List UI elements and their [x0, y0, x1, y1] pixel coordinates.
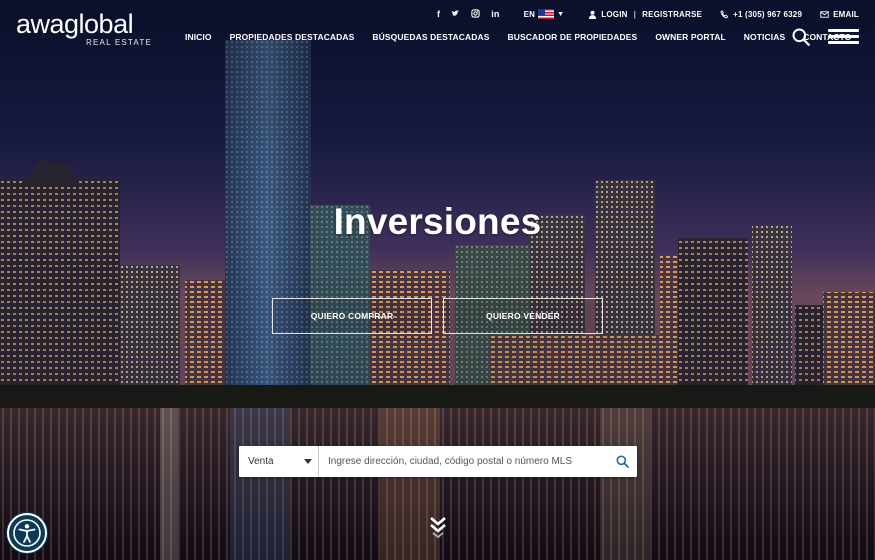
language-selector[interactable]: EN ▼ [524, 9, 565, 19]
language-code: EN [523, 9, 536, 19]
search-input[interactable] [319, 446, 607, 477]
account-links: LOGIN | REGISTRARSE [588, 10, 702, 19]
facebook-icon[interactable]: f [437, 9, 440, 19]
chevron-down-icon: ▼ [557, 10, 565, 18]
phone-number: +1 (305) 967 6329 [733, 9, 803, 19]
phone-icon [720, 9, 729, 18]
hero-title: Inversiones [333, 201, 542, 242]
nav-item-inicio[interactable]: INICIO [185, 32, 212, 44]
dropdown-arrow-icon [304, 459, 312, 464]
nav-item-owner-portal[interactable]: OWNER PORTAL [655, 32, 725, 44]
accessibility-icon [13, 519, 41, 547]
nav-item-buscador-de-propiedades[interactable]: BUSCADOR DE PROPIEDADES [508, 32, 638, 44]
email-link[interactable]: EMAIL [820, 10, 859, 19]
register-link[interactable]: REGISTRARSE [642, 10, 702, 19]
top-utility-bar: f in EN ▼ LOGIN | REGISTRARSE +1 (305) 9… [437, 7, 859, 21]
social-links: f in [437, 8, 500, 20]
listing-type-value: Venta [248, 456, 274, 467]
linkedin-icon[interactable]: in [491, 9, 499, 19]
us-flag-icon [538, 9, 555, 19]
email-label: EMAIL [833, 9, 859, 19]
user-icon [589, 10, 597, 19]
buy-button[interactable]: QUIERO COMPRAR [272, 298, 432, 334]
nav-item-propiedades-destacadas[interactable]: PROPIEDADES DESTACADAS [230, 32, 355, 44]
sell-button[interactable]: QUIERO VENDER [443, 298, 603, 334]
search-submit-icon[interactable] [607, 446, 637, 477]
divider: | [633, 9, 637, 19]
search-icon[interactable] [792, 28, 810, 46]
logo-subtitle: REAL ESTATE [86, 38, 152, 47]
accessibility-button[interactable] [7, 513, 47, 553]
nav-item-busquedas-destacadas[interactable]: BÚSQUEDAS DESTACADAS [372, 32, 489, 44]
login-link[interactable]: LOGIN [601, 10, 627, 19]
mail-icon [820, 10, 829, 18]
listing-type-select[interactable]: Venta [239, 446, 319, 477]
property-search-bar: Venta [239, 446, 637, 477]
brand-logo[interactable]: awaglobal REAL ESTATE [16, 10, 156, 48]
nav-item-noticias[interactable]: NOTICIAS [744, 32, 785, 44]
logo-wordmark: awaglobal [16, 9, 134, 39]
main-nav: INICIO PROPIEDADES DESTACADAS BÚSQUEDAS … [185, 32, 851, 44]
instagram-icon[interactable] [471, 8, 480, 20]
phone-link[interactable]: +1 (305) 967 6329 [720, 10, 802, 19]
hamburger-menu-icon[interactable] [828, 29, 859, 45]
scroll-down-icon[interactable] [429, 516, 447, 540]
twitter-icon[interactable] [451, 9, 460, 20]
